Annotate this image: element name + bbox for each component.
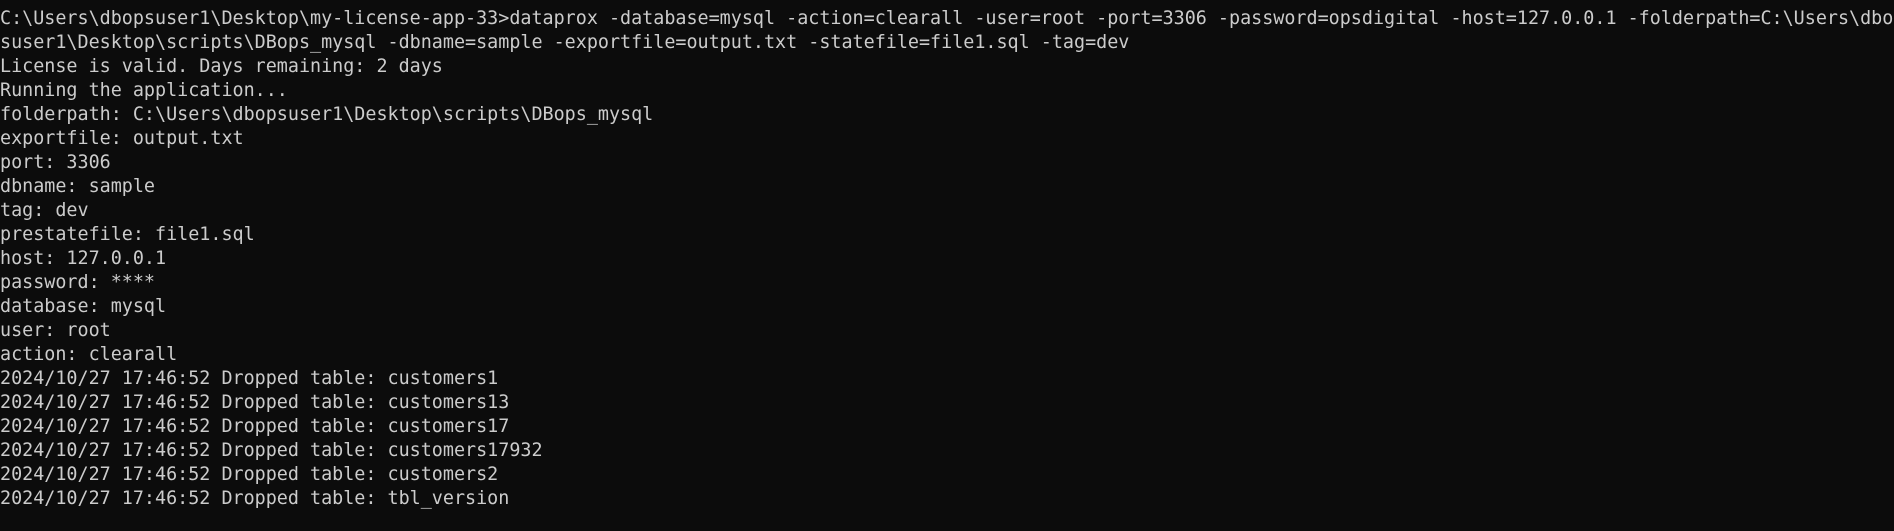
port-line: port: 3306 (0, 152, 111, 173)
host-line: host: 127.0.0.1 (0, 248, 167, 269)
command-line-part-1: C:\Users\dbopsuser1\Desktop\my-license-a… (0, 8, 1894, 29)
database-line: database: mysql (0, 296, 167, 317)
exportfile-line: exportfile: output.txt (0, 128, 244, 149)
running-status-line: Running the application... (0, 80, 288, 101)
action-line: action: clearall (0, 344, 178, 365)
log-line: 2024/10/27 17:46:52 Dropped table: custo… (0, 416, 510, 437)
log-line: 2024/10/27 17:46:52 Dropped table: custo… (0, 464, 499, 485)
license-status-line: License is valid. Days remaining: 2 days (0, 56, 443, 77)
log-line: 2024/10/27 17:46:52 Dropped table: custo… (0, 368, 499, 389)
log-line: 2024/10/27 17:46:52 Dropped table: tbl_v… (0, 488, 510, 509)
terminal-window[interactable]: C:\Users\dbopsuser1\Desktop\my-license-a… (0, 0, 1894, 531)
folderpath-line: folderpath: C:\Users\dbopsuser1\Desktop\… (0, 104, 654, 125)
log-line: 2024/10/27 17:46:52 Dropped table: custo… (0, 392, 510, 413)
user-line: user: root (0, 320, 111, 341)
log-line: 2024/10/27 17:46:52 Dropped table: custo… (0, 440, 543, 461)
dbname-line: dbname: sample (0, 176, 156, 197)
password-line: password: **** (0, 272, 156, 293)
tag-line: tag: dev (0, 200, 89, 221)
prestatefile-line: prestatefile: file1.sql (0, 224, 255, 245)
command-line-part-2: suser1\Desktop\scripts\DBops_mysql -dbna… (0, 32, 1130, 53)
